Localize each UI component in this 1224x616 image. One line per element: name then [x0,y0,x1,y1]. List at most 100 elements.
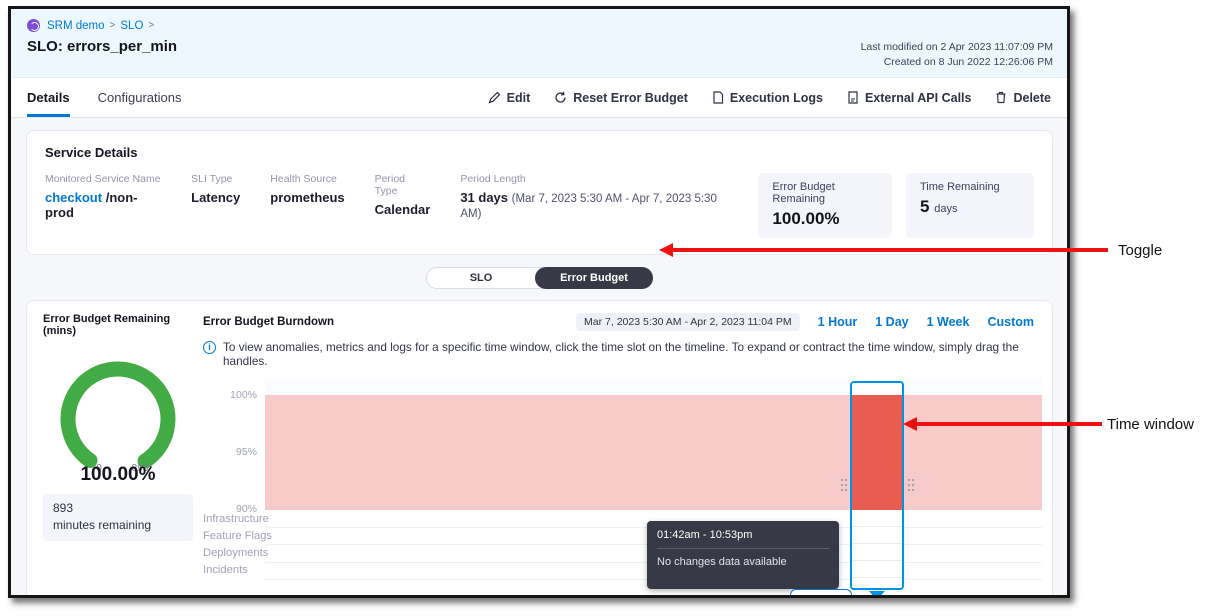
execution-logs-button[interactable]: Execution Logs [712,91,823,105]
field-period-type: Period Type Calendar [375,173,431,217]
time-window-selection[interactable] [850,381,904,590]
field-value: Calendar [375,202,431,217]
burndown-chart: 100% 95% 90% Infrastruct [203,374,1048,598]
edit-label: Edit [507,91,531,105]
created-text: Created on 8 Jun 2022 12:26:06 PM [861,55,1053,70]
timeline-tick[interactable]: Mar 21, 5:30 AM [657,596,713,598]
lane-label-infrastructure: Infrastructure [203,513,269,525]
timeline-tick[interactable]: Mar 11, 5:30 AM [350,596,406,598]
view-toggle-row: SLO Error Budget [26,255,1053,300]
timeline-ticks: Mar 7, 5:30 AM Mar 9, 5:30 AM Mar 11, 5:… [227,596,1020,598]
page-header: SRM demo > SLO > SLO: errors_per_min Las… [11,9,1067,78]
time-window-callout-arrow [916,422,1102,426]
lane-label-incidents: Incidents [203,564,248,576]
field-value: Latency [191,190,240,205]
lane-label-feature-flags: Feature Flags [203,530,272,542]
stat-label: Error Budget Remaining [772,181,878,205]
error-budget-remaining-stat: Error Budget Remaining 100.00% [758,173,892,238]
service-details-title: Service Details [45,145,1034,160]
field-label: Period Length [460,173,728,185]
timeline-tick[interactable]: Mar 23, 5:30 AM [718,596,774,598]
field-label: SLI Type [191,173,240,185]
timeline-tick[interactable]: Mar 17, 5:30 AM [534,596,590,598]
header-meta: Last modified on 2 Apr 2023 11:07:09 PM … [861,40,1053,70]
info-icon: i [203,341,216,354]
timeline-tick[interactable]: Mar 31, 5:30 AM [964,596,1020,598]
stat-value: 5 [920,197,929,216]
trash-icon [995,91,1007,104]
gauge-title: Error Budget Remaining (mins) [43,313,195,337]
tab-configurations[interactable]: Configurations [98,78,182,117]
timeline-tick[interactable]: Mar 13, 5:30 AM [411,596,467,598]
timeline-tick[interactable]: Mar 9, 5:30 AM [288,596,344,598]
timeline-tick[interactable]: Mar 27, 5:30 AM [841,596,897,598]
delete-label: Delete [1013,91,1051,105]
gauge-percent: 100.00% [43,464,193,486]
external-api-calls-button[interactable]: External API Calls [847,91,972,105]
plot-top-strip [265,379,1042,395]
field-value: prometheus [270,190,344,205]
timeline-tick[interactable]: Mar 15, 5:30 AM [473,596,529,598]
external-api-calls-label: External API Calls [865,91,972,105]
document-icon [712,91,724,104]
toggle-option-slo[interactable]: SLO [427,272,535,284]
field-monitored-service: Monitored Service Name checkout /non-pro… [45,173,161,220]
toggle-option-error-budget[interactable]: Error Budget [535,267,653,289]
preset-1-day[interactable]: 1 Day [875,315,908,329]
tab-bar: Details Configurations Edit Reset Error … [11,78,1067,118]
breadcrumb-separator: > [110,20,116,31]
burndown-title: Error Budget Burndown [203,316,334,328]
reset-button[interactable]: Reset [743,593,778,599]
breadcrumb: SRM demo > SLO > [27,19,1051,32]
breadcrumb-srm-demo[interactable]: SRM demo [47,20,105,32]
info-text: To view anomalies, metrics and logs for … [223,340,1038,368]
selection-pointer [869,591,885,598]
edit-button[interactable]: Edit [488,91,531,105]
right-drag-handle[interactable] [907,478,915,497]
lane-label-deployments: Deployments [203,547,268,559]
delete-button[interactable]: Delete [995,91,1051,105]
preset-custom[interactable]: Custom [987,315,1034,329]
selection-highlight [852,395,902,510]
stat-value: 100.00% [772,209,878,229]
field-label: Health Source [270,173,344,185]
burndown-column: Error Budget Burndown Mar 7, 2023 5:30 A… [195,313,1048,598]
preset-1-week[interactable]: 1 Week [927,315,970,329]
error-budget-card: Error Budget Remaining (mins) 0 893 100.… [26,300,1053,598]
info-banner: i To view anomalies, metrics and logs fo… [203,340,1048,368]
field-label: Monitored Service Name [45,173,161,185]
service-details-card: Service Details Monitored Service Name c… [26,130,1053,255]
tab-details[interactable]: Details [27,78,70,117]
timeline-tick[interactable]: Mar 25, 5:30 AM [780,596,836,598]
stat-unit: days [934,203,957,215]
pencil-icon [488,91,501,104]
last-modified-text: Last modified on 2 Apr 2023 11:07:09 PM [861,40,1053,55]
time-range-chip[interactable]: Mar 7, 2023 5:30 AM - Apr 2, 2023 11:04 … [576,313,800,331]
minutes-remaining-label: minutes remaining [53,517,183,534]
timeline-tick[interactable]: Mar 7, 5:30 AM [227,596,283,598]
time-window-annotation: Time window [1107,416,1194,433]
changes-tooltip: 01:42am - 10:53pm No changes data availa… [647,521,839,589]
monitored-service-link[interactable]: checkout [45,190,102,205]
toggle-annotation: Toggle [1118,242,1162,259]
reset-icon [554,91,567,104]
selection-lanes [852,510,902,588]
field-period-length: Period Length 31 days (Mar 7, 2023 5:30 … [460,173,728,220]
timeline-tick[interactable]: Mar 29, 5:30 AM [902,596,958,598]
reset-error-budget-button[interactable]: Reset Error Budget [554,91,688,105]
zoom-button[interactable]: Zoom [790,589,851,598]
page-body: Service Details Monitored Service Name c… [11,118,1067,598]
error-budget-gauge: 0 893 100.00% [43,349,193,486]
breadcrumb-slo[interactable]: SLO [120,20,143,32]
toggle-callout-arrow [672,248,1108,252]
left-drag-handle[interactable] [840,478,848,497]
preset-1-hour[interactable]: 1 Hour [818,315,858,329]
toolbar: Edit Reset Error Budget Execution Logs E… [488,91,1051,105]
error-budget-band[interactable] [265,395,1042,510]
selection-top-gap [852,383,902,395]
app-screenshot-frame: SRM demo > SLO > SLO: errors_per_min Las… [8,6,1070,598]
slo-error-budget-toggle: SLO Error Budget [426,267,653,289]
ytick-100: 100% [203,389,257,401]
breadcrumb-separator: > [148,20,154,31]
timeline-tick[interactable]: Mar 19, 5:30 AM [595,596,651,598]
